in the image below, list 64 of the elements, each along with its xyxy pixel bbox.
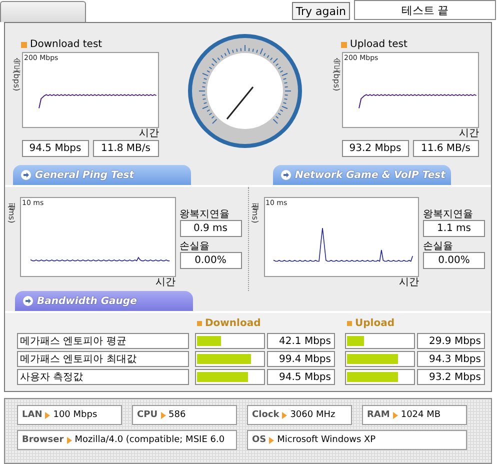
row-label: 메가패스 엔토피아 평균 <box>17 333 189 349</box>
latency-label: 왕복지연율 <box>423 208 474 220</box>
column-header: Download <box>205 318 261 328</box>
triangle-icon <box>269 436 274 444</box>
column-header: Upload <box>355 318 394 328</box>
axis-label: 핑(ms) <box>6 197 16 226</box>
speed-reading: 11.8 MB/s <box>92 140 159 157</box>
arrow-icon <box>21 170 31 180</box>
axis-label: 속도 (bps) <box>11 52 21 94</box>
triangle-icon <box>392 412 398 418</box>
speed-value: 29.9 Mbps <box>417 333 485 349</box>
triangle-icon <box>45 412 50 418</box>
info-value: 586 <box>168 410 186 420</box>
loss-label: 손실율 <box>180 240 210 252</box>
info-value: 100 Mbps <box>53 410 98 420</box>
speed-value: 93.2 Mbps <box>417 369 485 385</box>
speed-value: 94.5 Mbps <box>267 369 335 385</box>
section-tab[interactable]: Network Game & VoIP Test <box>273 165 451 185</box>
test-title: Upload test <box>350 39 408 50</box>
speed-reading: 11.6 MB/s <box>412 140 479 157</box>
triangle-icon <box>282 412 288 418</box>
info-label: Browser <box>22 435 64 445</box>
speed-reading: 93.2 Mbps <box>342 140 408 157</box>
loss-value: 0.00% <box>423 252 485 269</box>
info-value: Mozilla/4.0 (compatible; MSIE 6.0 <box>74 435 225 445</box>
info-value: 1024 MB <box>400 410 441 420</box>
info-value: 3060 MHz <box>290 410 336 420</box>
axis-label: 시간 <box>459 128 479 140</box>
info-label: CPU <box>137 410 158 420</box>
info-label: LAN <box>22 410 42 420</box>
speed-value: 94.3 Mbps <box>417 351 485 367</box>
window-tab[interactable] <box>0 1 86 22</box>
triangle-icon <box>160 412 166 418</box>
row-label: 사용자 측정값 <box>17 369 189 385</box>
info-label: RAM <box>367 410 390 420</box>
test-title: Download test <box>30 39 102 50</box>
latency-label: 왕복지연율 <box>180 208 230 220</box>
axis-label: 시간 <box>399 277 419 289</box>
speed-reading: 94.5 Mbps <box>22 140 88 157</box>
loss-value: 0.00% <box>180 252 242 269</box>
arrow-icon <box>23 296 33 306</box>
latency-value: 1.1 ms <box>423 220 485 237</box>
arrow-icon <box>281 170 291 180</box>
try-again-button[interactable]: Try again <box>292 2 350 20</box>
bullet-icon <box>341 42 347 48</box>
triangle-icon <box>66 436 72 444</box>
axis-label: 속도 (bps) <box>331 52 341 94</box>
section-tab[interactable]: Bandwidth Gauge <box>15 291 193 311</box>
axis-label: 시간 <box>156 277 176 289</box>
axis-label: 시간 <box>139 128 159 140</box>
loss-label: 손실율 <box>423 240 454 252</box>
speed-value: 99.4 Mbps <box>267 351 335 367</box>
bullet-icon <box>197 320 202 326</box>
latency-value: 0.9 ms <box>180 220 242 237</box>
section-tab[interactable]: General Ping Test <box>13 165 191 185</box>
speed-value: 42.1 Mbps <box>267 333 335 349</box>
row-label: 메가패스 엔토피아 최대값 <box>17 351 189 367</box>
info-label: OS <box>252 435 266 445</box>
status-field: 테스트 끝 <box>354 0 496 20</box>
bullet-icon <box>21 42 27 48</box>
info-label: Clock <box>252 410 280 420</box>
info-value: Microsoft Windows XP <box>277 435 376 445</box>
axis-label: 핑(ms) <box>250 197 260 226</box>
bullet-icon <box>347 320 352 326</box>
